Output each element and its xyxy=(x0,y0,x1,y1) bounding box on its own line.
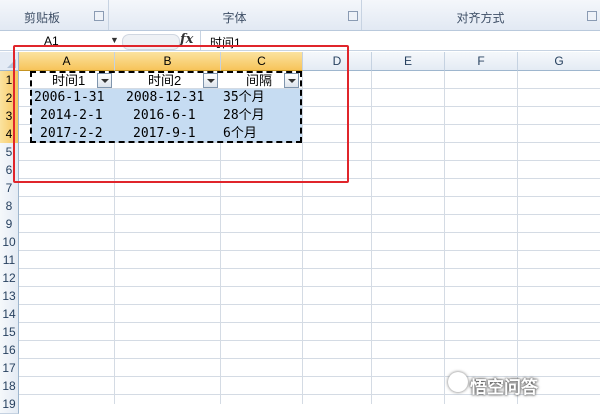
clipboard-group: 剪贴板 xyxy=(0,0,109,30)
wukong-logo-icon xyxy=(448,372,468,392)
gridline xyxy=(19,214,600,215)
ribbon-group-labels: 剪贴板 字体 对齐方式 xyxy=(0,0,600,31)
gridline xyxy=(444,71,445,404)
row-header-14[interactable]: 14 xyxy=(0,305,19,324)
gridline xyxy=(19,358,600,359)
gridline xyxy=(19,250,600,251)
row-header-9[interactable]: 9 xyxy=(0,215,19,234)
gridline xyxy=(19,268,600,269)
alignment-group: 对齐方式 xyxy=(361,0,600,30)
gridline xyxy=(19,286,600,287)
watermark-text: 悟空问答 xyxy=(470,378,538,397)
row-header-18[interactable]: 18 xyxy=(0,377,19,396)
gridline xyxy=(371,71,372,404)
gridline xyxy=(19,196,600,197)
gridline xyxy=(19,322,600,323)
row-header-10[interactable]: 10 xyxy=(0,233,19,252)
clipboard-group-label: 剪贴板 xyxy=(23,11,60,25)
column-header-e[interactable]: E xyxy=(372,52,445,71)
row-header-13[interactable]: 13 xyxy=(0,287,19,306)
row-header-17[interactable]: 17 xyxy=(0,359,19,378)
row-header-12[interactable]: 12 xyxy=(0,269,19,288)
gridline xyxy=(19,340,600,341)
gridline xyxy=(517,71,518,404)
row-header-15[interactable]: 15 xyxy=(0,323,19,342)
font-launcher-icon[interactable] xyxy=(348,11,358,21)
font-group: 字体 xyxy=(108,0,362,30)
column-header-f[interactable]: F xyxy=(445,52,518,71)
column-header-g[interactable]: G xyxy=(518,52,600,71)
alignment-launcher-icon[interactable] xyxy=(587,11,597,21)
row-header-8[interactable]: 8 xyxy=(0,197,19,216)
gridline xyxy=(19,304,600,305)
chevron-down-icon[interactable]: ▼ xyxy=(110,35,119,45)
row-header-11[interactable]: 11 xyxy=(0,251,19,270)
gridline xyxy=(19,232,600,233)
alignment-group-label: 对齐方式 xyxy=(456,11,505,25)
annotation-highlight-box xyxy=(13,45,349,183)
row-header-19[interactable]: 19 xyxy=(0,395,19,414)
clipboard-launcher-icon[interactable] xyxy=(94,11,104,21)
font-group-label: 字体 xyxy=(222,11,247,25)
row-header-16[interactable]: 16 xyxy=(0,341,19,360)
